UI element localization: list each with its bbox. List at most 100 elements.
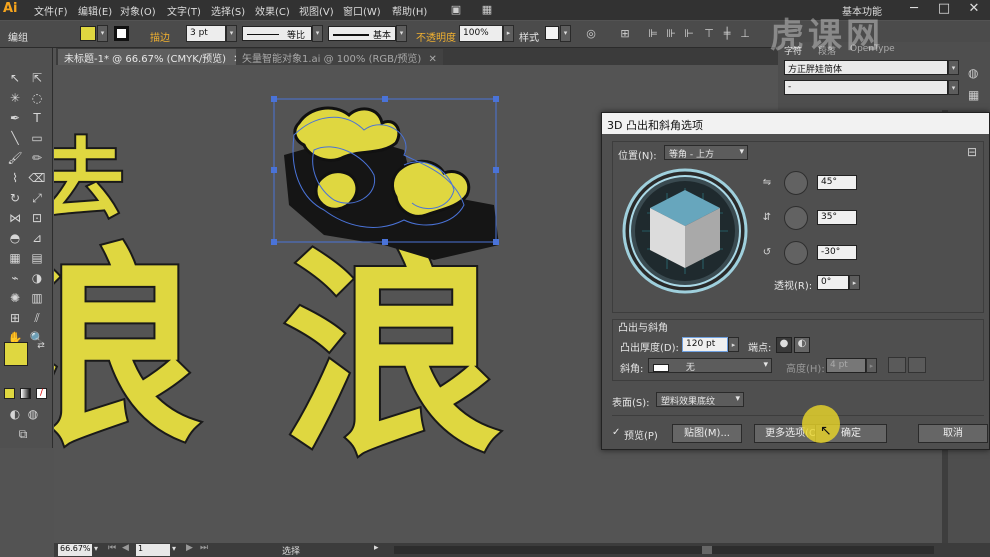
menu-view[interactable]: 视图(V) <box>299 3 334 18</box>
align-top-icon[interactable]: ⊤ <box>702 26 716 41</box>
screen-mode-icon[interactable]: ⧉ <box>14 426 32 443</box>
slice-tool-icon[interactable]: ⫽ <box>28 310 46 327</box>
type-tool-icon[interactable]: T <box>28 110 46 127</box>
last-artboard-icon[interactable]: ⏭ <box>200 543 208 553</box>
selection-tool-icon[interactable]: ↖ <box>6 70 24 87</box>
perspective-grid-tool-icon[interactable]: ⊿ <box>28 230 46 247</box>
gradient-mode-icon[interactable] <box>20 388 31 399</box>
align-options-icon[interactable]: ⊞ <box>618 26 632 41</box>
zoom-field[interactable]: 66.67% <box>58 544 92 556</box>
bevel-in-icon[interactable] <box>908 357 926 373</box>
menu-help[interactable]: 帮助(H) <box>392 3 427 18</box>
profile-dropdown-icon[interactable]: ▾ <box>312 25 323 42</box>
lasso-tool-icon[interactable]: ◌ <box>28 90 46 107</box>
brush-definition[interactable]: 基本 <box>328 26 396 41</box>
variable-width-profile[interactable]: 等比 <box>242 26 312 41</box>
stroke-label[interactable]: 描边 <box>150 29 170 44</box>
menu-edit[interactable]: 编辑(E) <box>78 3 112 18</box>
opacity-label[interactable]: 不透明度 <box>416 29 456 44</box>
collapse-icon[interactable]: ⊟ <box>967 145 977 159</box>
y-axis-dial[interactable] <box>784 206 808 230</box>
perspective-dropdown-icon[interactable]: ▸ <box>849 275 860 290</box>
color-panel-icon[interactable]: ◍ <box>968 66 978 80</box>
line-tool-icon[interactable]: ╲ <box>6 130 24 147</box>
extrude-depth-field[interactable]: 120 pt <box>682 337 728 352</box>
menu-effect[interactable]: 效果(C) <box>255 3 290 18</box>
cap-off-icon[interactable]: ◐ <box>794 337 810 353</box>
shape-builder-tool-icon[interactable]: ◓ <box>6 230 24 247</box>
stroke-weight-field[interactable]: 3 pt <box>186 25 226 42</box>
artboard-tool-icon[interactable]: ⊞ <box>6 310 24 327</box>
artboard-number-field[interactable]: 1 <box>136 544 170 556</box>
menu-window[interactable]: 窗口(W) <box>343 3 381 18</box>
mesh-tool-icon[interactable]: ▦ <box>6 250 24 267</box>
x-rotation-field[interactable]: 45° <box>817 175 857 190</box>
bevel-out-icon[interactable] <box>888 357 906 373</box>
font-style-dropdown-icon[interactable]: ▾ <box>948 80 959 95</box>
eyedropper-tool-icon[interactable]: ⌁ <box>6 270 24 287</box>
horizontal-scrollbar[interactable] <box>394 546 934 554</box>
extruded-3d-artwork[interactable] <box>264 95 524 265</box>
zoom-dropdown-icon[interactable]: ▾ <box>94 544 98 553</box>
scale-tool-icon[interactable]: ⤢ <box>28 190 46 207</box>
status-menu-icon[interactable]: ▸ <box>374 543 379 553</box>
blend-tool-icon[interactable]: ◑ <box>28 270 46 287</box>
stroke-weight-dropdown-icon[interactable]: ▾ <box>226 25 237 42</box>
surface-dropdown[interactable]: 塑料效果底纹 ▾ <box>656 392 744 407</box>
rotate-tool-icon[interactable]: ↻ <box>6 190 24 207</box>
cancel-button[interactable]: 取消 <box>918 424 988 443</box>
gradient-tool-icon[interactable]: ▤ <box>28 250 46 267</box>
stroke-swatch[interactable] <box>114 26 129 41</box>
recolor-icon[interactable]: ◎ <box>584 26 598 41</box>
menu-select[interactable]: 选择(S) <box>211 3 245 18</box>
x-axis-dial[interactable] <box>784 171 808 195</box>
perspective-field[interactable]: 0° <box>817 275 849 290</box>
y-rotation-field[interactable]: 35° <box>817 210 857 225</box>
bevel-dropdown[interactable]: 无 ▾ <box>648 358 772 373</box>
paintbrush-tool-icon[interactable]: 🖌 <box>6 150 24 167</box>
draw-mode-icon[interactable]: ◐ <box>6 406 24 423</box>
pencil-tool-icon[interactable]: ✏ <box>28 150 46 167</box>
z-rotation-field[interactable]: -30° <box>817 245 857 260</box>
column-graph-tool-icon[interactable]: ▥ <box>28 290 46 307</box>
brush-dropdown-icon[interactable]: ▾ <box>396 25 407 42</box>
color-mode-icon[interactable] <box>4 388 15 399</box>
rectangle-tool-icon[interactable]: ▭ <box>28 130 46 147</box>
position-dropdown[interactable]: 等角 - 上方 ▾ <box>664 145 748 160</box>
fill-dropdown-icon[interactable]: ▾ <box>97 25 108 42</box>
maximize-icon[interactable]: □ <box>930 0 958 18</box>
height-dropdown-icon[interactable]: ▸ <box>866 358 877 373</box>
arrange-documents-icon[interactable]: ▦ <box>480 2 494 17</box>
menu-file[interactable]: 文件(F) <box>34 3 68 18</box>
none-mode-icon[interactable]: / <box>36 388 47 399</box>
menu-object[interactable]: 对象(O) <box>120 3 156 18</box>
extrude-depth-dropdown-icon[interactable]: ▸ <box>728 337 739 352</box>
bridge-icon[interactable]: ▣ <box>449 2 463 17</box>
preview-checkbox[interactable]: ✓ <box>612 427 620 438</box>
opacity-dropdown-icon[interactable]: ▸ <box>503 25 514 42</box>
draw-inside-icon[interactable]: ◍ <box>24 406 42 423</box>
pen-tool-icon[interactable]: ✒ <box>6 110 24 127</box>
symbol-sprayer-tool-icon[interactable]: ✺ <box>6 290 24 307</box>
prev-artboard-icon[interactable]: ◀ <box>122 543 129 553</box>
font-family-field[interactable]: 方正胖娃简体 <box>784 60 948 75</box>
font-style-field[interactable]: - <box>784 80 948 95</box>
close-icon[interactable]: ✕ <box>960 0 988 18</box>
align-right-icon[interactable]: ⊩ <box>682 26 696 41</box>
style-dropdown-icon[interactable]: ▾ <box>560 25 571 42</box>
next-artboard-icon[interactable]: ▶ <box>186 543 193 553</box>
direct-selection-tool-icon[interactable]: ⇱ <box>28 70 46 87</box>
opacity-field[interactable]: 100% <box>459 25 503 42</box>
map-art-button[interactable]: 贴图(M)... <box>672 424 742 443</box>
blob-brush-tool-icon[interactable]: ⌇ <box>6 170 24 187</box>
first-artboard-icon[interactable]: ⏮ <box>108 543 116 553</box>
menu-type[interactable]: 文字(T) <box>167 3 201 18</box>
tab-vector-object[interactable]: 矢量智能对象1.ai @ 100% (RGB/预览) ✕ <box>236 49 443 65</box>
cap-on-icon[interactable]: ● <box>776 337 792 353</box>
swatches-panel-icon[interactable]: ▦ <box>968 88 979 102</box>
scrollbar-thumb[interactable] <box>702 546 712 554</box>
z-axis-dial[interactable] <box>784 241 808 265</box>
fill-color-swatch[interactable] <box>4 342 28 366</box>
font-family-dropdown-icon[interactable]: ▾ <box>948 60 959 75</box>
minimize-icon[interactable]: ─ <box>900 0 928 18</box>
